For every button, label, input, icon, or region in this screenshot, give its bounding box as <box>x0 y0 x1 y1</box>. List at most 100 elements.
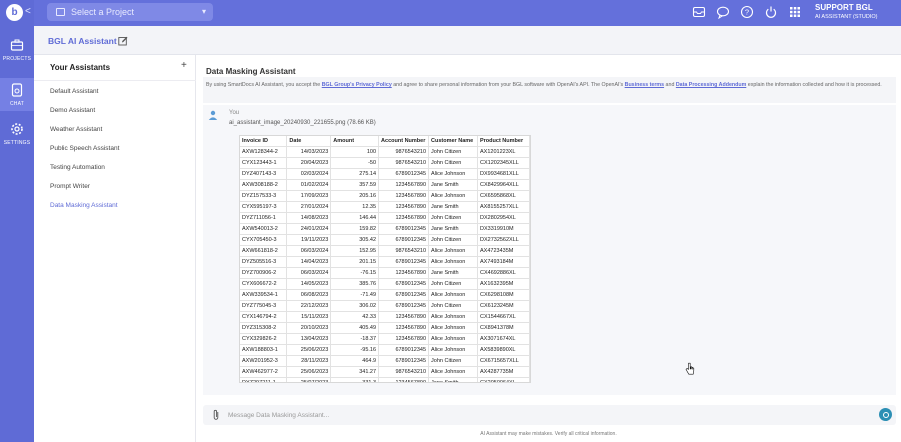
cell-invoice-id: DYZ700906-2 <box>240 267 288 279</box>
collapse-rail-icon[interactable]: < <box>25 6 31 17</box>
briefcase-icon <box>10 39 24 51</box>
cell-invoice-id: DYZ711056-1 <box>240 212 288 224</box>
cell-account-number: 1234567890 <box>378 201 430 213</box>
help-icon[interactable]: ? <box>740 5 754 19</box>
cell-customer-name: Alice Johnson <box>428 256 478 268</box>
table-row: DYZ505516-3 14/04/2023 201.15 6789012345 Ali… <box>240 256 530 268</box>
table-row: CYX606672-2 14/05/2023 385.76 6789012345 Joh… <box>240 278 530 290</box>
table-row: AXW540013-2 24/01/2024 159.82 6789012345 Jan… <box>240 223 530 235</box>
cell-amount: -50 <box>330 157 380 169</box>
cell-date: 24/01/2024 <box>286 223 332 235</box>
cell-product-number: AX4723435M <box>477 245 530 257</box>
assistant-item-prompt-writer[interactable]: Prompt Writer <box>50 183 90 190</box>
cell-product-number: AX1632395M <box>477 278 530 290</box>
cell-account-number: 1234567890 <box>378 377 430 382</box>
table-row: DYZ775045-3 22/12/2023 306.02 6789012345 Joh… <box>240 300 530 312</box>
privacy-policy-link[interactable]: BGL Group's Privacy Policy <box>322 82 392 88</box>
user-avatar-icon <box>208 110 218 120</box>
cell-account-number: 1234567890 <box>378 179 430 191</box>
send-button[interactable] <box>879 408 892 421</box>
paperclip-icon[interactable] <box>211 409 221 421</box>
user-menu[interactable]: SUPPORT BGL AI ASSISTANT (STUDIO) <box>815 3 877 21</box>
cell-account-number: 1234567890 <box>378 212 430 224</box>
col-customer-name: Customer Name <box>428 136 478 147</box>
cell-amount: -95.16 <box>330 344 380 356</box>
table-body: AXW128344-2 14/03/2023 100 9876543210 John C… <box>240 146 530 382</box>
col-date: Date <box>286 136 332 147</box>
chat-bubble-icon[interactable] <box>716 5 730 19</box>
cell-customer-name: Jane Smith <box>428 179 478 191</box>
cell-product-number: DX2732562XLL <box>477 234 530 246</box>
cell-customer-name: Jane Smith <box>428 223 478 235</box>
power-icon[interactable] <box>764 5 778 19</box>
assistant-item-demo[interactable]: Demo Assistant <box>50 107 95 114</box>
table-row: AXW462977-2 25/06/2023 341.27 9876543210 Ali… <box>240 366 530 378</box>
rail-item-projects[interactable]: PROJECTS <box>0 38 34 62</box>
cell-invoice-id: CYX606672-2 <box>240 278 288 290</box>
cell-account-number: 9876543210 <box>378 366 430 378</box>
cell-invoice-id: DYZ297211-1 <box>240 377 288 382</box>
table-row: CYX146794-2 15/11/2023 42.33 1234567890 Alic… <box>240 311 530 323</box>
cell-amount: 305.42 <box>330 234 380 246</box>
table-row: DYZ157533-3 17/09/2023 205.16 1234567890 Ali… <box>240 190 530 202</box>
cell-invoice-id: AXW462977-2 <box>240 366 288 378</box>
data-processing-addendum-link[interactable]: Data Processing Addendum <box>676 82 746 88</box>
table-row: AXW308188-2 01/02/2024 357.59 1234567890 Jan… <box>240 179 530 191</box>
cell-customer-name: Jane Smith <box>428 267 478 279</box>
attachment-filename[interactable]: ai_assistant_image_20240930_221655.png (… <box>229 120 376 126</box>
cell-amount: 464.9 <box>330 355 380 367</box>
attached-image-table[interactable]: Invoice ID Date Amount Account Number Cu… <box>239 135 531 383</box>
app-logo[interactable]: b <box>6 4 23 21</box>
rail-item-chat[interactable]: CHAT <box>0 78 34 111</box>
cell-date: 19/11/2023 <box>286 234 332 246</box>
cell-account-number: 1234567890 <box>378 322 430 334</box>
col-account-number: Account Number <box>378 136 430 147</box>
cell-amount: -76.15 <box>330 267 380 279</box>
message-input[interactable] <box>228 408 628 422</box>
cell-date: 06/03/2024 <box>286 267 332 279</box>
assistant-item-weather[interactable]: Weather Assistant <box>50 126 102 133</box>
assistant-item-data-masking[interactable]: Data Masking Assistant <box>50 202 118 209</box>
apps-grid-icon[interactable] <box>788 5 802 19</box>
cell-invoice-id: AXW661818-2 <box>240 245 288 257</box>
cell-date: 20/04/2023 <box>286 157 332 169</box>
cell-customer-name: John Citizen <box>428 278 478 290</box>
assistant-item-testing-automation[interactable]: Testing Automation <box>50 164 105 171</box>
table-row: CYX705450-3 19/11/2023 305.42 6789012345 Joh… <box>240 234 530 246</box>
divider <box>34 80 196 81</box>
cell-account-number: 6789012345 <box>378 223 430 235</box>
cell-date: 14/04/2023 <box>286 256 332 268</box>
assistant-item-public-speech[interactable]: Public Speech Assistant <box>50 145 119 152</box>
cell-customer-name: John Citizen <box>428 355 478 367</box>
cell-customer-name: John Citizen <box>428 234 478 246</box>
cell-product-number: DX2802954XL <box>477 212 530 224</box>
inbox-icon[interactable] <box>692 5 706 19</box>
disclaimer-part: and agree to share personal information … <box>391 82 625 88</box>
cell-customer-name: Alice Johnson <box>428 333 478 345</box>
edit-icon[interactable] <box>118 36 128 46</box>
cell-product-number: CX4692886XL <box>477 267 530 279</box>
cell-customer-name: John Citizen <box>428 212 478 224</box>
document-chat-icon <box>11 83 23 97</box>
cell-customer-name: Alice Johnson <box>428 311 478 323</box>
rail-item-settings[interactable]: SETTINGS <box>0 122 34 146</box>
assistants-heading: Your Assistants <box>50 63 111 72</box>
cell-account-number: 6789012345 <box>378 234 430 246</box>
rail-label-chat: CHAT <box>9 101 25 107</box>
cell-product-number: CX1202345XLL <box>477 157 530 169</box>
cell-account-number: 6789012345 <box>378 256 430 268</box>
user-role: AI ASSISTANT (STUDIO) <box>815 14 878 20</box>
table-row: DYZ407143-3 02/03/2024 275.14 6789012345 Ali… <box>240 168 530 180</box>
cell-invoice-id: AXW308188-2 <box>240 179 288 191</box>
cell-customer-name: John Citizen <box>428 157 478 169</box>
cell-product-number: AX4287735M <box>477 366 530 378</box>
table-row: CYX123443-1 20/04/2023 -50 9876543210 John C… <box>240 157 530 169</box>
cell-amount: 275.14 <box>330 168 380 180</box>
business-terms-link[interactable]: Business terms <box>625 82 664 88</box>
cell-amount: 152.95 <box>330 245 380 257</box>
chat-panel: Data Masking Assistant By using SmartDoc… <box>196 55 901 442</box>
project-select[interactable]: Select a Project ▾ <box>47 3 213 21</box>
message-sender: You <box>229 110 240 116</box>
assistant-item-default[interactable]: Default Assistant <box>50 88 98 95</box>
add-assistant-button[interactable]: + <box>181 60 187 71</box>
